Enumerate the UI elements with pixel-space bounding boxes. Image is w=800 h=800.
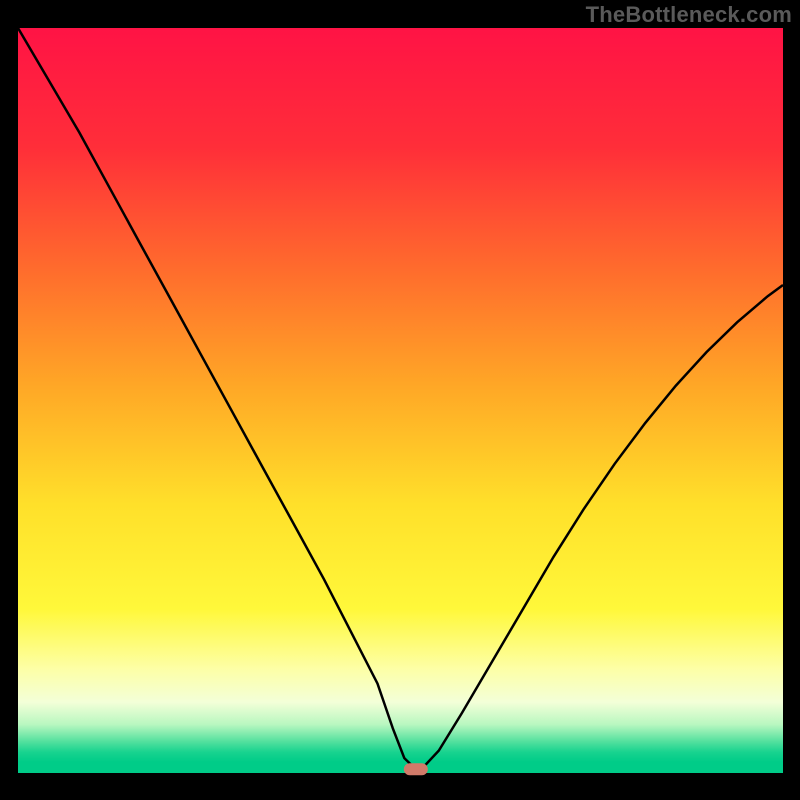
chart-frame: TheBottleneck.com [0,0,800,800]
minimum-marker [404,763,428,775]
plot-background [18,28,783,773]
bottleneck-chart [0,0,800,800]
watermark-text: TheBottleneck.com [586,2,792,28]
